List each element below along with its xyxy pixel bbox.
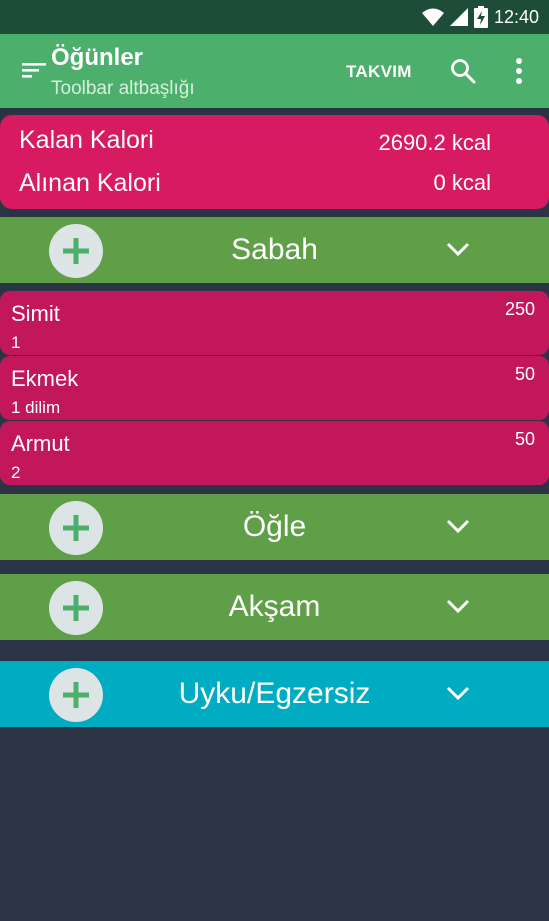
search-icon[interactable]	[449, 57, 477, 85]
status-time: 12:40	[493, 7, 539, 27]
food-calorie: 50	[514, 429, 535, 449]
calorie-summary-card: Kalan Kalori 2690.2 kcal Alınan Kalori 0…	[0, 115, 549, 209]
food-name: Ekmek	[11, 366, 79, 391]
remaining-calorie-label: Kalan Kalori	[19, 126, 154, 154]
food-name: Armut	[11, 431, 70, 456]
more-vert-icon[interactable]	[510, 56, 528, 86]
food-calorie: 250	[504, 299, 535, 319]
food-calorie: 50	[514, 364, 535, 384]
battery-charging-icon	[473, 6, 488, 28]
taken-calorie-label: Alınan Kalori	[19, 169, 161, 197]
food-item[interactable]: Ekmek 1 dilim 50	[0, 356, 549, 420]
meal-section-dinner[interactable]: Akşam	[0, 574, 549, 640]
food-quantity: 1 dilim	[11, 398, 61, 417]
food-quantity: 1	[11, 333, 21, 352]
toolbar-title: Öğünler	[51, 44, 144, 71]
toolbar: Öğünler Toolbar altbaşlığı TAKVIM	[0, 34, 549, 108]
wifi-icon	[421, 8, 444, 26]
signal-icon	[449, 8, 468, 26]
chevron-down-icon[interactable]	[444, 597, 472, 617]
chevron-down-icon[interactable]	[444, 517, 472, 537]
toolbar-subtitle: Toolbar altbaşlığı	[51, 78, 195, 99]
taken-calorie-value: 0 kcal	[433, 170, 491, 195]
food-name: Simit	[11, 301, 60, 326]
meal-section-lunch[interactable]: Öğle	[0, 494, 549, 560]
sort-menu-icon[interactable]	[20, 58, 48, 82]
chevron-down-icon[interactable]	[444, 240, 472, 260]
chevron-down-icon[interactable]	[444, 684, 472, 704]
meal-section-breakfast[interactable]: Sabah	[0, 217, 549, 283]
food-quantity: 2	[11, 463, 21, 482]
status-icons: 12:40	[421, 6, 539, 28]
calendar-button[interactable]: TAKVIM	[346, 62, 412, 82]
sleep-exercise-section[interactable]: Uyku/Egzersiz	[0, 661, 549, 727]
food-item[interactable]: Armut 2 50	[0, 421, 549, 485]
remaining-calorie-value: 2690.2 kcal	[378, 130, 491, 155]
food-item[interactable]: Simit 1 250	[0, 291, 549, 355]
status-bar: 12:40	[0, 0, 549, 34]
